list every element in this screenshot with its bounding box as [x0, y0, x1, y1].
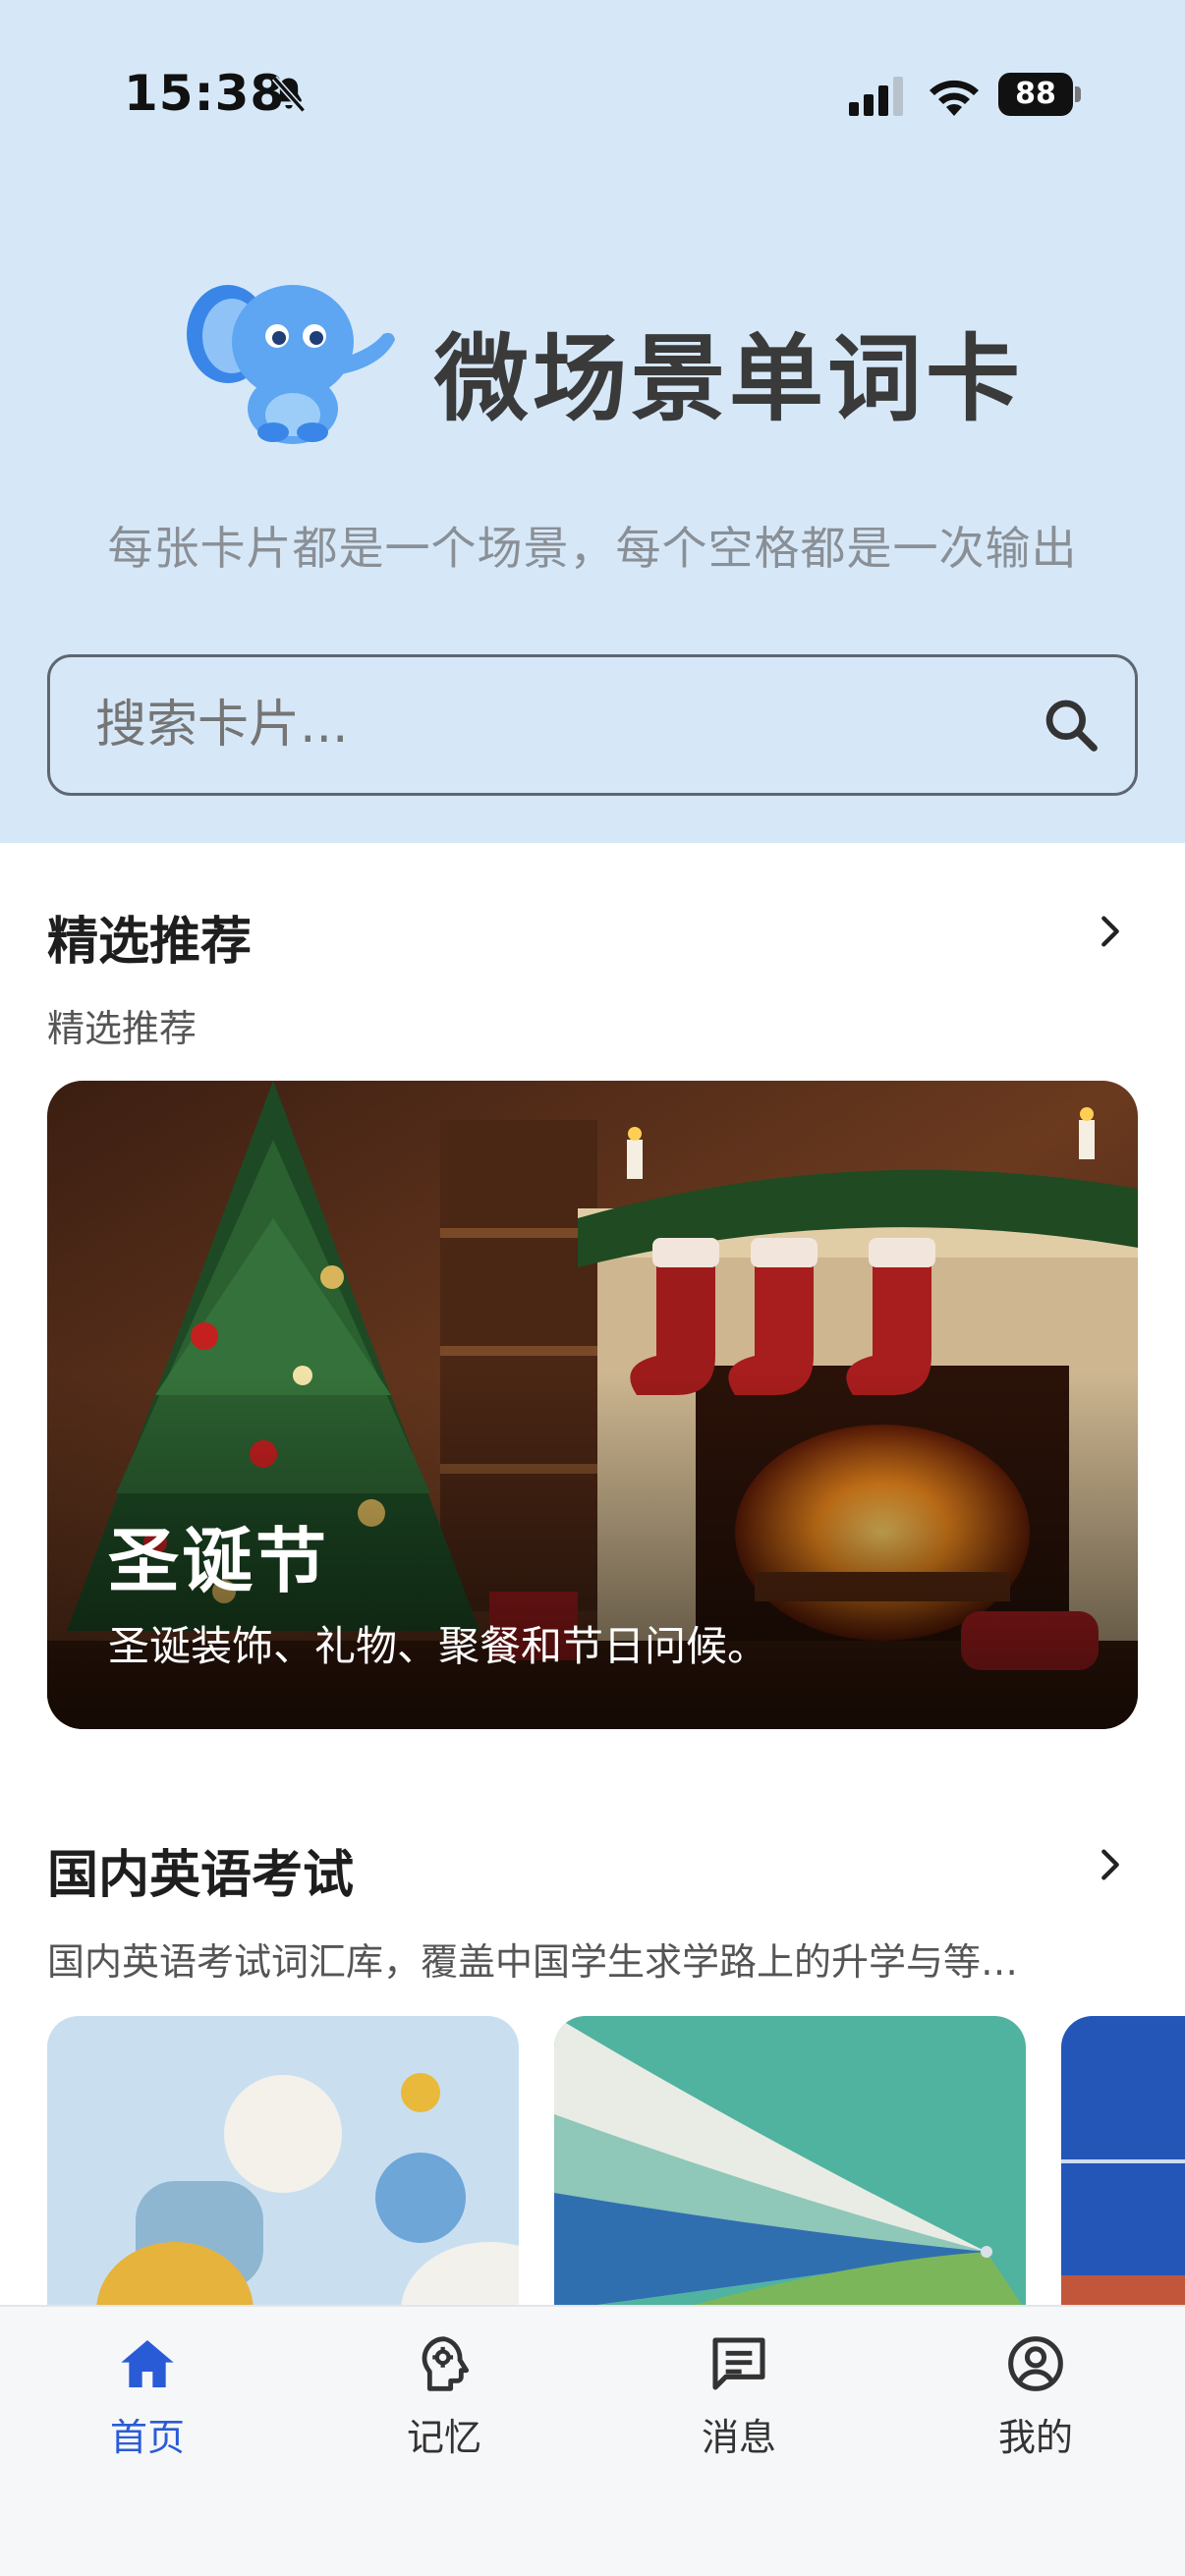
nav-memory[interactable]: 记忆 — [346, 2332, 542, 2470]
home-icon — [121, 2340, 174, 2387]
search-icon[interactable] — [1041, 695, 1101, 756]
nav-profile-label: 我的 — [997, 2416, 1073, 2459]
featured-section-subtitle: 精选推荐 — [47, 1007, 198, 1050]
status-time: 15:38 — [124, 65, 286, 122]
elephant-logo — [187, 285, 395, 444]
exam-section-title: 国内英语考试 — [47, 1846, 355, 1905]
app-title: 微场景单词卡 — [434, 324, 1024, 434]
hero-header: 15:38 88 微场景单词卡 每张卡片都是一个场景，每个空格都是一次输出 搜索… — [0, 0, 1185, 843]
abstract-waves-image — [554, 2016, 1026, 2311]
exam-section-subtitle: 国内英语考试词汇库，覆盖中国学生求学路上的升学与等… — [47, 1940, 1019, 1984]
search-box[interactable] — [47, 654, 1138, 796]
nav-messages-label: 消息 — [701, 2416, 776, 2459]
abstract-shapes-image — [47, 2016, 519, 2311]
nav-home[interactable]: 首页 — [49, 2332, 246, 2470]
wifi-icon — [930, 80, 979, 116]
featured-section-title: 精选推荐 — [47, 913, 253, 972]
nav-memory-label: 记忆 — [406, 2416, 481, 2459]
exam-card-thumbnail[interactable] — [554, 2016, 1026, 2311]
bottom-navigation: 首页 记忆 消息 我的 — [0, 2305, 1185, 2576]
user-icon — [1008, 2336, 1063, 2391]
app-tagline: 每张卡片都是一个场景，每个空格都是一次输出 — [107, 522, 1078, 575]
nav-profile[interactable]: 我的 — [937, 2332, 1134, 2470]
search-input[interactable] — [95, 657, 980, 793]
exam-card-thumbnail[interactable] — [47, 2016, 519, 2311]
feature-card-title: 圣诞节 — [108, 1520, 330, 1602]
status-bar: 15:38 88 — [0, 0, 1185, 196]
chevron-right-icon[interactable] — [1091, 912, 1130, 951]
bell-slash-icon — [271, 76, 307, 113]
exam-card-thumbnail[interactable] — [1061, 2016, 1185, 2311]
battery-icon: 88 — [998, 73, 1081, 116]
signal-icon — [849, 77, 903, 116]
feature-card-christmas[interactable]: 圣诞节 圣诞装饰、礼物、聚餐和节日问候。 — [47, 1081, 1138, 1729]
blue-pattern-image — [1061, 2016, 1185, 2311]
chevron-right-icon[interactable] — [1091, 1845, 1130, 1884]
battery-level: 88 — [998, 73, 1073, 116]
message-icon — [712, 2337, 765, 2390]
feature-card-description: 圣诞装饰、礼物、聚餐和节日问候。 — [108, 1622, 769, 1670]
nav-home-label: 首页 — [109, 2416, 185, 2459]
brain-icon — [422, 2336, 470, 2391]
nav-messages[interactable]: 消息 — [641, 2332, 837, 2470]
